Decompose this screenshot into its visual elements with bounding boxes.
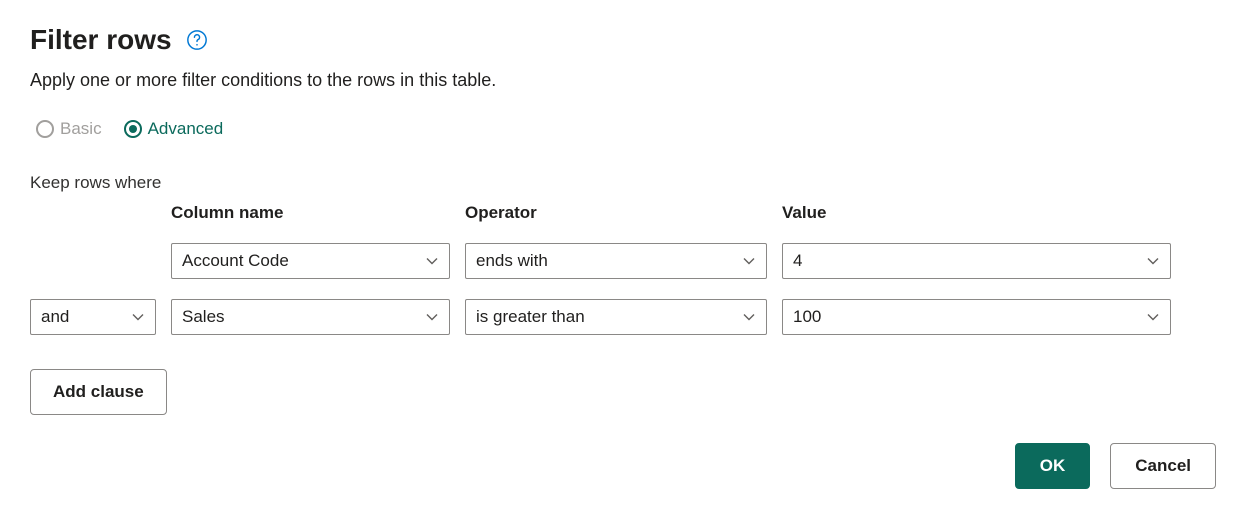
- help-icon[interactable]: [186, 29, 208, 51]
- column-select[interactable]: Account Code: [171, 243, 450, 279]
- column-select[interactable]: Sales: [171, 299, 450, 335]
- column-select-value: Account Code: [182, 251, 289, 271]
- radio-circle-icon: [124, 120, 142, 138]
- column-header-operator: Operator: [465, 203, 767, 223]
- chevron-down-icon: [130, 309, 146, 325]
- cancel-button[interactable]: Cancel: [1110, 443, 1216, 489]
- mode-radio-group: Basic Advanced: [30, 119, 1220, 139]
- value-select[interactable]: 100: [782, 299, 1171, 335]
- value-select-value: 100: [793, 307, 821, 327]
- radio-circle-icon: [36, 120, 54, 138]
- radio-advanced-label: Advanced: [148, 119, 224, 139]
- radio-basic: Basic: [36, 119, 102, 139]
- value-select[interactable]: 4: [782, 243, 1171, 279]
- radio-advanced[interactable]: Advanced: [124, 119, 224, 139]
- ok-button[interactable]: OK: [1015, 443, 1091, 489]
- chevron-down-icon: [424, 309, 440, 325]
- column-header-value: Value: [782, 203, 1171, 223]
- add-clause-button[interactable]: Add clause: [30, 369, 167, 415]
- operator-select-value: ends with: [476, 251, 548, 271]
- chevron-down-icon: [741, 253, 757, 269]
- filter-grid: Column name Operator Value Account Code …: [30, 203, 1220, 335]
- column-header-column-name: Column name: [171, 203, 450, 223]
- dialog-footer: OK Cancel: [30, 443, 1220, 489]
- value-select-value: 4: [793, 251, 802, 271]
- conjunction-select[interactable]: and: [30, 299, 156, 335]
- conjunction-select-value: and: [41, 307, 69, 327]
- operator-select[interactable]: ends with: [465, 243, 767, 279]
- page-subtitle: Apply one or more filter conditions to t…: [30, 70, 1220, 91]
- column-select-value: Sales: [182, 307, 225, 327]
- page-title: Filter rows: [30, 24, 172, 56]
- chevron-down-icon: [424, 253, 440, 269]
- operator-select-value: is greater than: [476, 307, 585, 327]
- radio-basic-label: Basic: [60, 119, 102, 139]
- chevron-down-icon: [1145, 309, 1161, 325]
- keep-rows-label: Keep rows where: [30, 173, 1220, 193]
- operator-select[interactable]: is greater than: [465, 299, 767, 335]
- chevron-down-icon: [741, 309, 757, 325]
- chevron-down-icon: [1145, 253, 1161, 269]
